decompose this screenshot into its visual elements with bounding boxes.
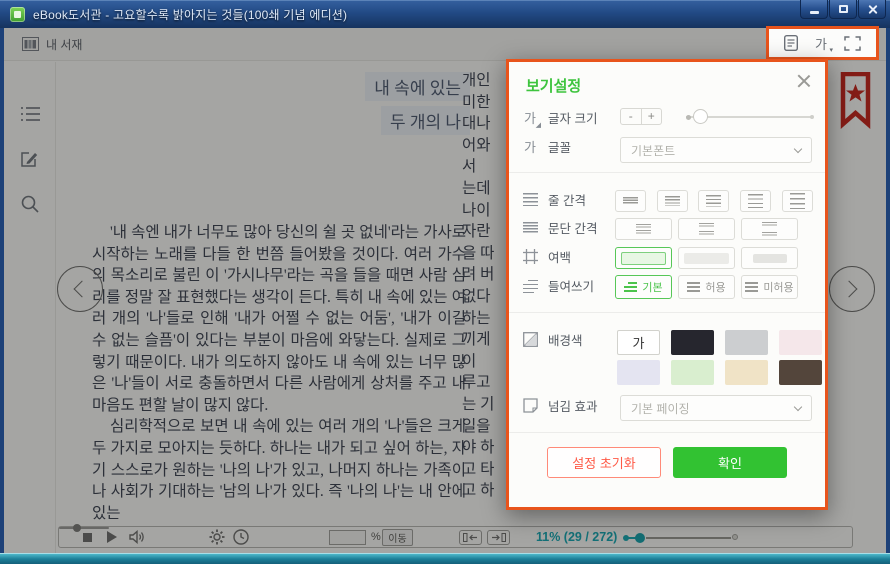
- paragraph-spacing-icon: [521, 222, 539, 233]
- separator: [509, 312, 825, 313]
- margin-row-label: 여백: [521, 247, 571, 266]
- window-bottom-border: [0, 553, 890, 564]
- font-size-slider-knob[interactable]: [693, 109, 708, 124]
- line-spacing-option-2[interactable]: [657, 190, 688, 212]
- bg-color-swatch-brown[interactable]: [779, 360, 822, 385]
- indent-option-disallow[interactable]: 미허용: [741, 275, 798, 299]
- line-spacing-option-4[interactable]: [740, 190, 771, 212]
- minimize-icon: [810, 11, 819, 14]
- slider-start-dot: [686, 115, 691, 120]
- slider-end-dot: [810, 115, 814, 119]
- window-controls: [799, 0, 886, 19]
- margin-icon: [521, 249, 539, 264]
- background-color-icon: [521, 332, 539, 347]
- font-letter: 가: [815, 34, 827, 53]
- maximize-button[interactable]: [829, 0, 857, 19]
- margin-option-2[interactable]: [678, 247, 735, 269]
- window-title: eBook도서관 - 고요할수록 밝아지는 것들(100쇄 기념 에디션): [33, 6, 347, 23]
- line-spacing-icon: [521, 193, 539, 206]
- margin-option-1[interactable]: [615, 247, 672, 269]
- swatch-label: 가: [633, 333, 645, 352]
- line-spacing-option-3[interactable]: [698, 190, 729, 212]
- panel-title: 보기설정: [526, 75, 581, 96]
- font-size-decrease-button[interactable]: -: [621, 109, 642, 124]
- paragraph-spacing-option-3[interactable]: [741, 218, 798, 240]
- paragraph-spacing-option-1[interactable]: [615, 218, 672, 240]
- line-spacing-row-label: 줄 간격: [521, 190, 586, 209]
- font-icon: 가: [521, 137, 539, 156]
- line-spacing-option-1[interactable]: [615, 190, 646, 212]
- bg-color-swatch-gray[interactable]: [725, 330, 768, 355]
- indent-icon: [521, 280, 539, 292]
- separator: [509, 172, 825, 173]
- chevron-down-icon: [794, 403, 802, 411]
- confirm-button[interactable]: 확인: [673, 447, 787, 478]
- paragraph-spacing-row-label: 문단 간격: [521, 218, 597, 237]
- fullscreen-icon[interactable]: [844, 36, 861, 51]
- font-size-slider[interactable]: [686, 116, 813, 118]
- page-effect-row-label: 넘김 효과: [521, 396, 597, 415]
- maximize-icon: [839, 5, 848, 13]
- line-spacing-option-5[interactable]: [782, 190, 813, 212]
- view-settings-icon[interactable]: 가▾: [815, 34, 827, 53]
- separator: [509, 432, 825, 433]
- indent-option-allow[interactable]: 허용: [678, 275, 735, 299]
- close-icon: [867, 4, 878, 15]
- font-size-row-label: 가◢ 글자 크기: [521, 108, 597, 127]
- bg-color-swatch-lavender[interactable]: [617, 360, 660, 385]
- font-size-stepper: - +: [620, 108, 662, 125]
- paragraph-spacing-option-2[interactable]: [678, 218, 735, 240]
- reset-settings-button[interactable]: 설정 초기화: [547, 447, 661, 478]
- bg-color-swatch-pink[interactable]: [779, 330, 822, 355]
- toolbar-highlight-box: 가▾: [766, 26, 879, 60]
- indent-option-default[interactable]: 기본: [615, 275, 672, 299]
- page-turn-icon: [521, 398, 539, 413]
- chevron-down-icon: [794, 145, 802, 153]
- page-effect-dropdown[interactable]: 기본 페이징: [620, 395, 812, 421]
- indent-row-label: 들여쓰기: [521, 276, 594, 295]
- bg-color-swatch-white[interactable]: 가: [617, 330, 660, 355]
- close-button[interactable]: [858, 0, 886, 19]
- bg-color-swatch-green[interactable]: [671, 360, 714, 385]
- margin-option-3[interactable]: [741, 247, 798, 269]
- title-bar: eBook도서관 - 고요할수록 밝아지는 것들(100쇄 기념 에디션): [0, 0, 890, 28]
- reading-settings-icon[interactable]: [784, 35, 798, 51]
- app-window: eBook도서관 - 고요할수록 밝아지는 것들(100쇄 기념 에디션) 내 …: [0, 0, 890, 564]
- font-size-icon: 가◢: [521, 108, 539, 127]
- minimize-button[interactable]: [800, 0, 828, 19]
- font-row-label: 가 글꼴: [521, 137, 571, 156]
- panel-close-icon[interactable]: [795, 72, 813, 90]
- font-dropdown[interactable]: 기본폰트: [620, 137, 812, 163]
- font-size-increase-button[interactable]: +: [642, 109, 662, 124]
- view-settings-panel: 보기설정 가◢ 글자 크기 - + 가 글꼴 기본폰트 줄 간격: [506, 59, 828, 510]
- page-effect-value: 기본 페이징: [631, 400, 690, 417]
- background-color-row-label: 배경색: [521, 330, 583, 349]
- bg-color-swatch-cream[interactable]: [725, 360, 768, 385]
- font-dropdown-value: 기본폰트: [631, 142, 675, 159]
- app-icon: [10, 7, 25, 22]
- bg-color-swatch-dark[interactable]: [671, 330, 714, 355]
